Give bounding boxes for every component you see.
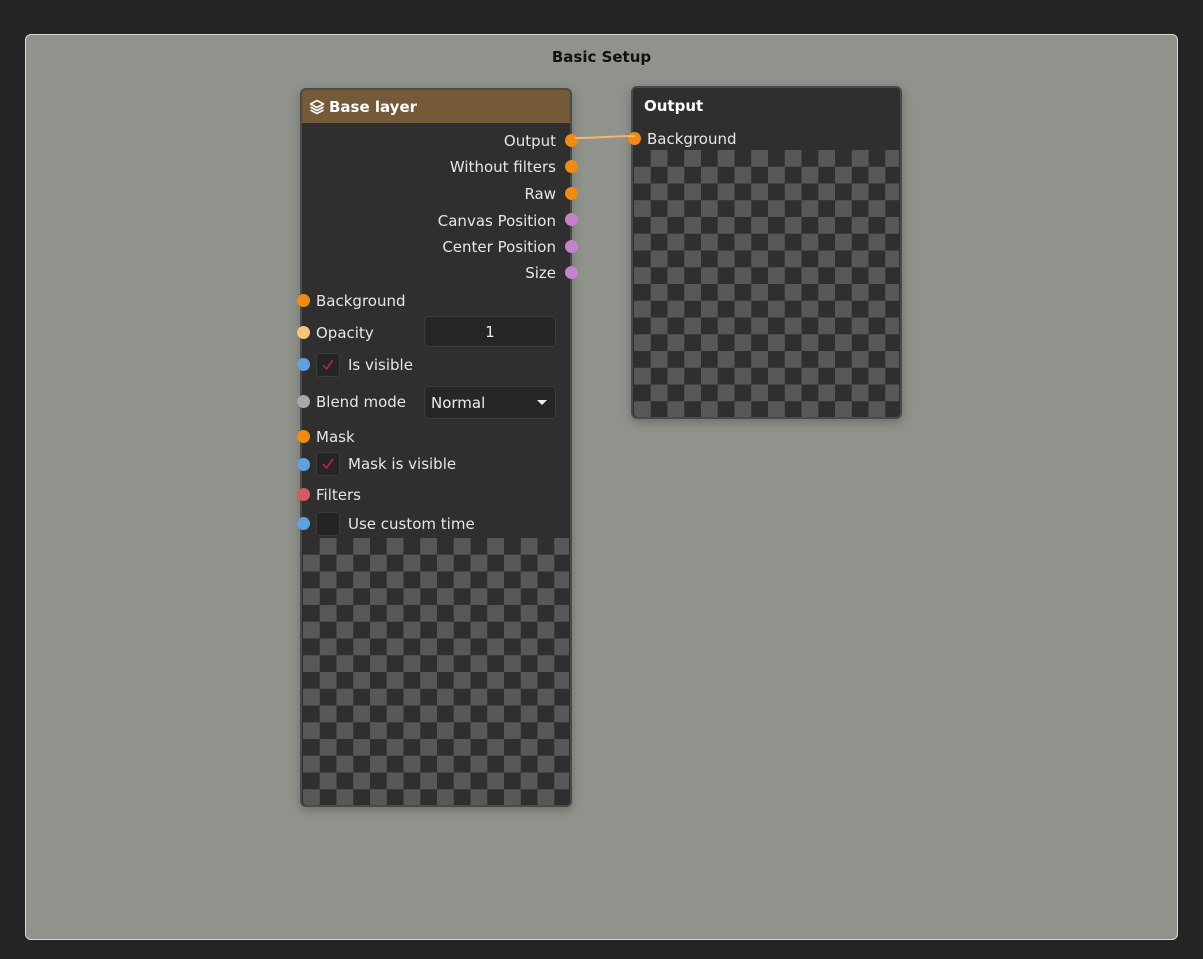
output-node[interactable]: Output Background [628,86,902,419]
chevron-down-icon [537,400,547,405]
output-background-socket[interactable] [628,132,641,145]
canvas-position-label: Canvas Position [437,212,556,230]
size-socket[interactable] [565,266,578,279]
is-visible-socket[interactable] [297,358,310,371]
use-custom-time-socket[interactable] [297,517,310,530]
raw-row: Raw [524,181,556,207]
filters-row: Filters [316,482,361,508]
canvas-position-row: Canvas Position [438,208,556,234]
use-custom-time-checkbox[interactable] [316,512,340,536]
check-icon [322,359,334,370]
node-frame: Basic Setup [25,34,1178,940]
is-visible-label: Is visible [348,356,413,374]
opacity-label: Opacity [316,324,374,342]
mask-is-visible-label: Mask is visible [348,455,457,473]
mask-label: Mask [316,428,355,446]
opacity-value: 1 [485,322,495,341]
blend-mode-label: Blend mode [316,393,407,411]
mask-is-visible-checkbox[interactable] [316,452,340,476]
mask-row: Mask [316,424,355,450]
mask-is-visible-socket[interactable] [297,458,310,471]
center-position-socket[interactable] [565,240,578,253]
output-node-title: Output [644,97,704,115]
opacity-input[interactable]: 1 [424,316,556,347]
without-filters-socket[interactable] [565,160,578,173]
frame-title: Basic Setup [551,48,652,66]
canvas-position-socket[interactable] [565,213,578,226]
blend-mode-value: Normal [431,393,486,412]
is-visible-row: Is visible [316,352,413,378]
output-preview [634,150,899,417]
output-background-row: Background [647,126,737,152]
raw-socket[interactable] [565,187,578,200]
opacity-row: Opacity [316,320,374,346]
output-node-header[interactable]: Output [633,88,900,124]
output-background-label: Background [647,130,737,148]
base-layer-preview [303,538,569,805]
use-custom-time-label: Use custom time [348,515,475,533]
use-custom-time-row: Use custom time [316,511,475,537]
check-icon [322,458,334,469]
is-visible-checkbox[interactable] [316,353,340,377]
base-layer-node[interactable]: Base layer Output Without filters Raw Ca… [297,88,578,807]
size-row: Size [525,260,556,286]
opacity-socket[interactable] [297,326,310,339]
blend-mode-row: Blend mode [316,389,406,415]
output-socket-row: Output [504,128,556,154]
without-filters-row: Without filters [450,154,556,180]
output-label: Output [503,132,556,150]
raw-label: Raw [524,185,556,203]
background-input-row: Background [316,288,406,314]
filters-socket[interactable] [297,488,310,501]
layers-icon [309,99,325,115]
blend-mode-socket[interactable] [297,395,310,408]
blend-mode-select[interactable]: Normal [424,386,556,419]
base-layer-title: Base layer [329,97,418,116]
mask-is-visible-row: Mask is visible [316,451,456,477]
mask-socket[interactable] [297,430,310,443]
base-layer-header[interactable]: Base layer [302,90,570,124]
background-input-socket[interactable] [297,294,310,307]
background-input-label: Background [316,292,406,310]
center-position-row: Center Position [442,234,556,260]
output-socket[interactable] [565,134,578,147]
without-filters-label: Without filters [449,158,556,176]
center-position-label: Center Position [442,238,556,256]
filters-label: Filters [316,486,361,504]
size-label: Size [525,264,556,282]
